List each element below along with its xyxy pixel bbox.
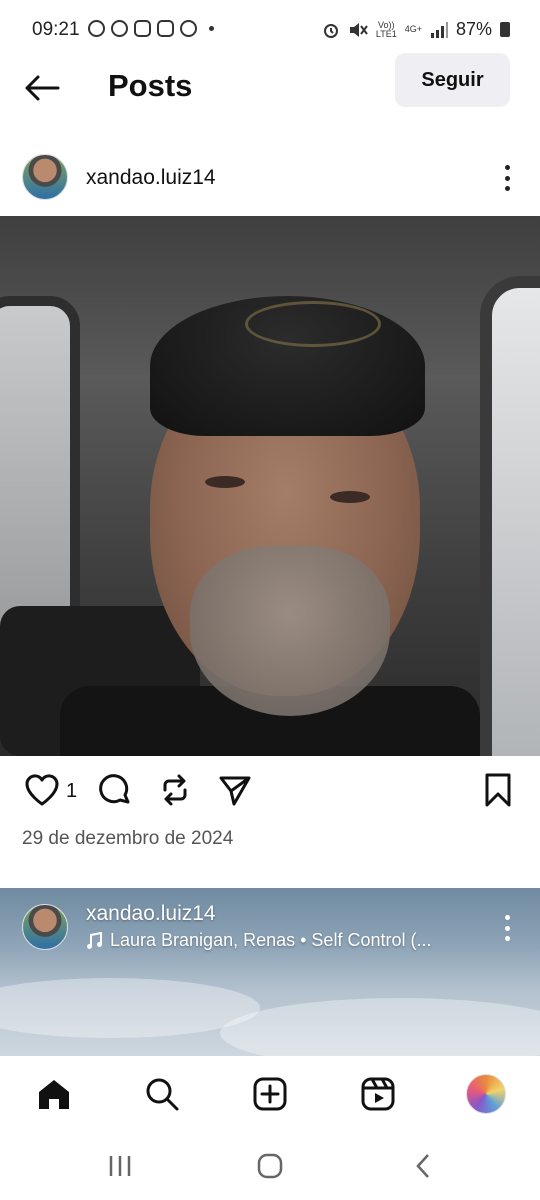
post-image[interactable] (0, 216, 540, 756)
create-icon (253, 1077, 287, 1111)
mute-icon (349, 22, 368, 37)
battery-icon (500, 22, 510, 37)
messenger-icon (111, 20, 128, 37)
photo-eye-right (330, 491, 370, 503)
music-note-icon (87, 931, 102, 949)
music-info[interactable]: Laura Branigan, Renas • Self Control (..… (86, 930, 431, 951)
nav-profile[interactable] (464, 1072, 508, 1116)
repost-button[interactable] (155, 768, 195, 812)
page-title: Posts (108, 68, 193, 103)
back-chevron-icon (416, 1154, 429, 1178)
whatsapp-icon (88, 20, 105, 37)
repost-icon (163, 774, 187, 806)
recent-apps-button[interactable] (100, 1150, 140, 1182)
follow-button[interactable]: Seguir (395, 53, 510, 107)
nav-reels[interactable] (356, 1072, 400, 1116)
system-nav-bar (0, 1132, 540, 1200)
next-post-username[interactable]: xandao.luiz14 (86, 902, 216, 926)
alarm-icon (323, 23, 338, 38)
home-system-button[interactable] (250, 1150, 290, 1182)
photo-cap-logo (245, 301, 381, 347)
like-button[interactable] (22, 768, 62, 812)
photo-beard (190, 546, 390, 716)
comment-icon (99, 774, 130, 804)
more-notifications-icon (209, 26, 214, 31)
recent-apps-icon (109, 1156, 131, 1176)
comment-button[interactable] (95, 768, 135, 812)
author-avatar[interactable] (22, 154, 68, 200)
post-actions: 1 (0, 768, 540, 816)
post-header: xandao.luiz14 (0, 148, 540, 208)
signal-icon (430, 21, 448, 38)
author-username[interactable]: xandao.luiz14 (86, 166, 216, 190)
notification-app-icon (180, 20, 197, 37)
network-type: 4G+ (404, 24, 422, 34)
battery-percent: 87% (455, 19, 492, 39)
back-system-button[interactable] (403, 1150, 443, 1182)
nav-create[interactable] (248, 1072, 292, 1116)
nav-home[interactable] (32, 1072, 76, 1116)
sky-cloud (220, 998, 540, 1058)
next-post-more-icon[interactable] (503, 915, 511, 941)
profile-avatar (466, 1074, 506, 1114)
back-button[interactable] (22, 70, 62, 106)
arrow-left-icon (25, 75, 60, 101)
music-label: Laura Branigan, Renas • Self Control (..… (110, 930, 432, 950)
photo-eye-left (205, 476, 245, 488)
photo-window-right (480, 276, 540, 756)
status-time: 09:21 (32, 19, 80, 40)
reels-icon (361, 1077, 395, 1111)
more-options-icon[interactable] (503, 165, 511, 191)
home-circle-icon (257, 1153, 283, 1179)
post-date: 29 de dezembro de 2024 (22, 828, 234, 849)
heart-icon (25, 774, 59, 806)
bottom-nav (0, 1056, 540, 1132)
save-button[interactable] (478, 768, 518, 812)
like-count[interactable]: 1 (66, 780, 77, 803)
instagram-icon (157, 20, 174, 37)
system-status: Vo)) LTE1 4G+ 87% (322, 19, 510, 40)
home-icon (39, 1080, 69, 1109)
notification-icons (88, 20, 214, 37)
next-post-avatar[interactable] (22, 904, 68, 950)
share-icon (219, 776, 251, 806)
nav-search[interactable] (140, 1072, 184, 1116)
bookmark-icon (485, 773, 511, 807)
volte-indicator: Vo)) LTE1 (375, 19, 397, 39)
status-bar: 09:21 Vo)) LTE1 4G+ 87% (0, 0, 540, 60)
share-button[interactable] (215, 768, 255, 812)
youtube-icon (134, 20, 151, 37)
top-bar: Posts Seguir (0, 53, 540, 116)
next-post[interactable]: xandao.luiz14 Laura Branigan, Renas • Se… (0, 888, 540, 1058)
search-icon (146, 1078, 179, 1111)
